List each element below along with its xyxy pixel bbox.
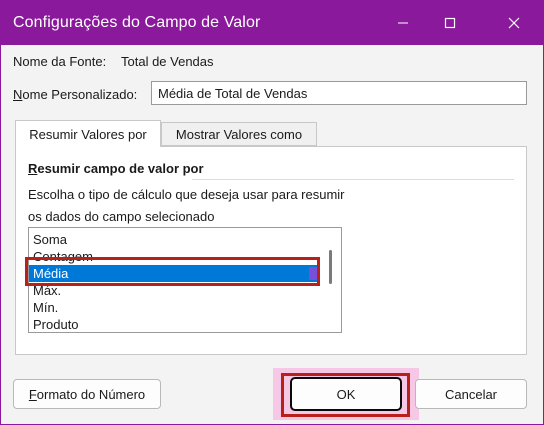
section-title: Resumir campo de valor por [28,161,204,176]
tab-show-values-as[interactable]: Mostrar Valores como [161,122,317,146]
tab-summarize-values[interactable]: Resumir Valores por [15,120,161,147]
list-item-max[interactable]: Máx. [29,282,319,299]
number-format-button[interactable]: Formato do Número [13,379,161,409]
calculation-type-list[interactable]: Soma Contagem Média Máx. Mín. Produto [28,227,342,333]
list-item-media[interactable]: Média [29,265,319,282]
close-icon [508,17,520,29]
dialog-window: Configurações do Campo de Valor Nome da … [0,0,544,425]
description-line-2: os dados do campo selecionado [28,209,215,224]
dialog-title: Configurações do Campo de Valor [13,14,261,31]
section-divider [192,179,514,180]
custom-name-label: Nome Personalizado: [13,87,138,102]
ok-button[interactable]: OK [290,377,402,411]
description-line-1: Escolha o tipo de cálculo que deseja usa… [28,187,345,202]
maximize-icon [444,17,456,29]
cancel-button[interactable]: Cancelar [415,379,527,409]
source-name-label: Nome da Fonte: [13,54,107,69]
list-item-produto[interactable]: Produto [29,316,319,332]
close-button[interactable] [491,1,537,45]
selection-focus-marker [309,267,317,280]
summarize-tab-panel: Resumir campo de valor por Escolha o tip… [15,146,527,355]
list-item-soma[interactable]: Soma [29,231,319,248]
maximize-button[interactable] [427,1,473,45]
list-item-contagem[interactable]: Contagem [29,248,319,265]
title-bar: Configurações do Campo de Valor [1,1,543,45]
source-name-value: Total de Vendas [121,54,214,69]
scroll-thumb[interactable] [329,250,332,284]
list-scrollbar[interactable] [321,228,341,332]
minimize-button[interactable] [380,1,426,45]
list-item-min[interactable]: Mín. [29,299,319,316]
custom-name-input[interactable] [151,81,527,105]
minimize-icon [398,22,408,24]
